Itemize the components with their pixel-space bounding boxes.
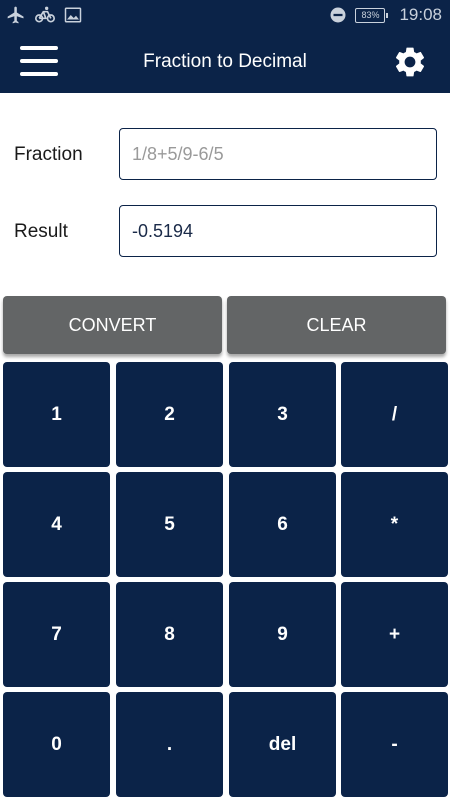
key-6[interactable]: 6 [229, 472, 336, 577]
do-not-disturb-icon [329, 6, 347, 24]
result-row: Result [0, 205, 450, 259]
clear-button[interactable]: CLEAR [227, 296, 446, 354]
fraction-label: Fraction [14, 144, 83, 165]
key-5[interactable]: 5 [116, 472, 223, 577]
bicycle-icon [34, 5, 56, 25]
key-7[interactable]: 7 [3, 582, 110, 687]
key-1[interactable]: 1 [3, 362, 110, 467]
status-clock: 19:08 [399, 5, 442, 24]
image-icon [64, 6, 82, 24]
result-label: Result [14, 221, 68, 242]
key-0[interactable]: 0 [3, 692, 110, 797]
battery-level: 83% [361, 10, 380, 20]
key-3[interactable]: 3 [229, 362, 336, 467]
key-decimal[interactable]: . [116, 692, 223, 797]
key-minus[interactable]: - [341, 692, 448, 797]
key-4[interactable]: 4 [3, 472, 110, 577]
key-plus[interactable]: + [341, 582, 448, 687]
fraction-row: Fraction [0, 128, 450, 182]
key-divide[interactable]: / [341, 362, 448, 467]
key-8[interactable]: 8 [116, 582, 223, 687]
app-bar: Fraction to Decimal [0, 30, 450, 93]
status-left-icons [6, 4, 82, 26]
key-delete[interactable]: del [229, 692, 336, 797]
status-right-icons: 83% 19:08 [329, 4, 442, 26]
convert-button[interactable]: CONVERT [3, 296, 222, 354]
menu-bar-line [20, 59, 58, 63]
key-9[interactable]: 9 [229, 582, 336, 687]
key-2[interactable]: 2 [116, 362, 223, 467]
fraction-input[interactable] [119, 128, 437, 180]
hamburger-menu-icon[interactable] [18, 42, 60, 80]
battery-icon: 83% [355, 7, 389, 23]
airplane-icon [6, 5, 26, 25]
keypad: 1 2 3 / 4 5 6 * 7 8 9 + 0 . del - [0, 359, 450, 800]
menu-bar-line [20, 46, 58, 50]
menu-bar-line [20, 72, 58, 76]
status-bar: 83% 19:08 [0, 0, 450, 30]
gear-icon[interactable] [392, 44, 428, 80]
key-multiply[interactable]: * [341, 472, 448, 577]
app-title: Fraction to Decimal [143, 51, 307, 72]
result-field[interactable] [119, 205, 437, 257]
